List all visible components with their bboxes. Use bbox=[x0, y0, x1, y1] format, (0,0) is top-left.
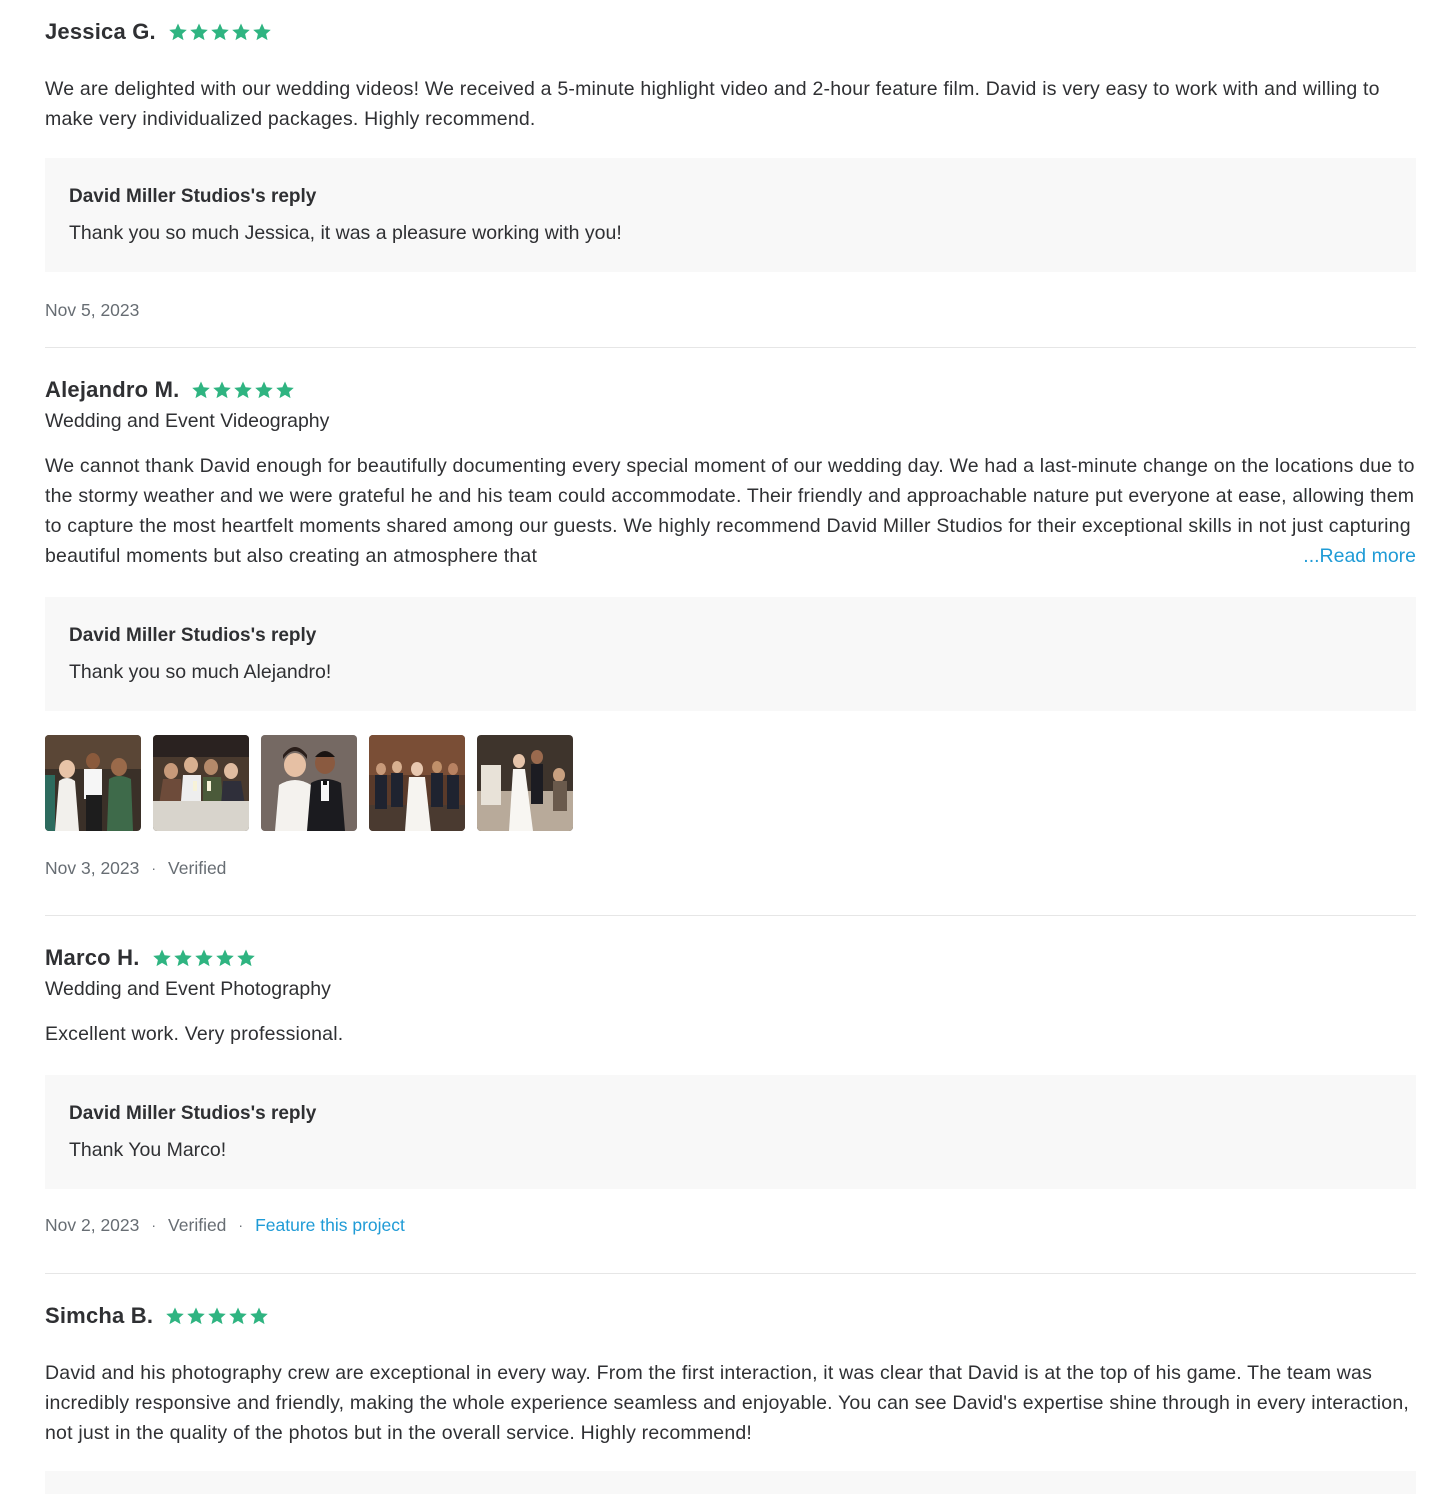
star-icon bbox=[194, 948, 214, 968]
star-icon bbox=[152, 948, 172, 968]
review-date: Nov 5, 2023 bbox=[45, 299, 140, 320]
reply-text: Thank You Marco! bbox=[69, 1139, 227, 1161]
owner-reply: David Miller Studios's reply Thank you s… bbox=[45, 158, 1416, 272]
star-icon bbox=[212, 380, 232, 400]
reviewer-header: Simcha B. bbox=[45, 1301, 1416, 1331]
reviewer-header: Alejandro M. bbox=[45, 375, 1416, 405]
star-icon bbox=[254, 380, 274, 400]
review-text: David and his photography crew are excep… bbox=[45, 1362, 1409, 1444]
owner-reply: David Miller Studios's reply Thank You M… bbox=[45, 1075, 1416, 1189]
star-icon bbox=[215, 948, 235, 968]
star-icon bbox=[189, 22, 209, 42]
review-meta: Nov 3, 2023 · Verified bbox=[45, 856, 1416, 880]
service-category: Wedding and Event Videography bbox=[45, 410, 330, 432]
couple-portrait-photo[interactable] bbox=[261, 735, 357, 831]
wedding-guests-photo[interactable] bbox=[45, 735, 141, 831]
verified-label: Verified bbox=[168, 857, 227, 878]
reviewer-name: Marco H. bbox=[45, 945, 140, 970]
star-icon bbox=[168, 22, 188, 42]
star-icon bbox=[233, 380, 253, 400]
star-icon bbox=[231, 22, 251, 42]
star-rating bbox=[165, 1306, 270, 1326]
separator-dot: · bbox=[238, 1217, 244, 1233]
review-meta: Nov 2, 2023 · Verified · Feature this pr… bbox=[45, 1213, 1416, 1237]
reviewer-name: Alejandro M. bbox=[45, 377, 180, 402]
reply-title: David Miller Studios's reply bbox=[69, 1103, 317, 1124]
review-divider bbox=[45, 915, 1416, 916]
couple-entrance-photo[interactable] bbox=[477, 735, 573, 831]
star-icon bbox=[249, 1306, 269, 1326]
review-divider bbox=[45, 347, 1416, 348]
review-meta: Nov 5, 2023 bbox=[45, 298, 1416, 322]
star-icon bbox=[228, 1306, 248, 1326]
star-rating bbox=[152, 948, 257, 968]
star-icon bbox=[210, 22, 230, 42]
separator-dot: · bbox=[151, 860, 157, 876]
service-category: Wedding and Event Photography bbox=[45, 978, 331, 1000]
owner-reply bbox=[45, 1471, 1416, 1494]
star-icon bbox=[173, 948, 193, 968]
reply-text: Thank you so much Jessica, it was a plea… bbox=[69, 222, 622, 244]
review-photos bbox=[45, 735, 1416, 831]
review-card: Marco H. Wedding and Event Photography E… bbox=[45, 943, 1416, 1237]
review-date: Nov 3, 2023 bbox=[45, 857, 140, 878]
reviewer-name: Jessica G. bbox=[45, 19, 156, 44]
reply-title: David Miller Studios's reply bbox=[69, 625, 317, 646]
star-icon bbox=[186, 1306, 206, 1326]
star-icon bbox=[275, 380, 295, 400]
review-card: Jessica G. We are delighted with our wed… bbox=[45, 17, 1416, 322]
review-card: Simcha B. David and his photography crew… bbox=[45, 1301, 1416, 1448]
separator-dot: · bbox=[151, 1217, 157, 1233]
wedding-party-photo[interactable] bbox=[369, 735, 465, 831]
reviewer-name: Simcha B. bbox=[45, 1303, 154, 1328]
star-rating bbox=[191, 380, 296, 400]
star-icon bbox=[191, 380, 211, 400]
review-divider bbox=[45, 1273, 1416, 1274]
feature-project-link[interactable]: Feature this project bbox=[255, 1215, 405, 1236]
review-card: Alejandro M. Wedding and Event Videograp… bbox=[45, 375, 1416, 880]
read-more-link[interactable]: ...Read more bbox=[1303, 541, 1416, 571]
review-text-container: We cannot thank David enough for beautif… bbox=[45, 451, 1416, 571]
star-icon bbox=[236, 948, 256, 968]
review-text: We are delighted with our wedding videos… bbox=[45, 78, 1380, 130]
star-icon bbox=[207, 1306, 227, 1326]
reply-title: David Miller Studios's reply bbox=[69, 186, 317, 207]
star-rating bbox=[168, 22, 273, 42]
reviewer-header: Marco H. bbox=[45, 943, 1416, 973]
verified-label: Verified bbox=[168, 1214, 227, 1235]
owner-reply: David Miller Studios's reply Thank you s… bbox=[45, 597, 1416, 711]
reply-text: Thank you so much Alejandro! bbox=[69, 661, 332, 683]
reviewer-header: Jessica G. bbox=[45, 17, 1416, 47]
review-text: Excellent work. Very professional. bbox=[45, 1023, 344, 1045]
star-icon bbox=[252, 22, 272, 42]
star-icon bbox=[165, 1306, 185, 1326]
toast-photo[interactable] bbox=[153, 735, 249, 831]
review-date: Nov 2, 2023 bbox=[45, 1214, 140, 1235]
